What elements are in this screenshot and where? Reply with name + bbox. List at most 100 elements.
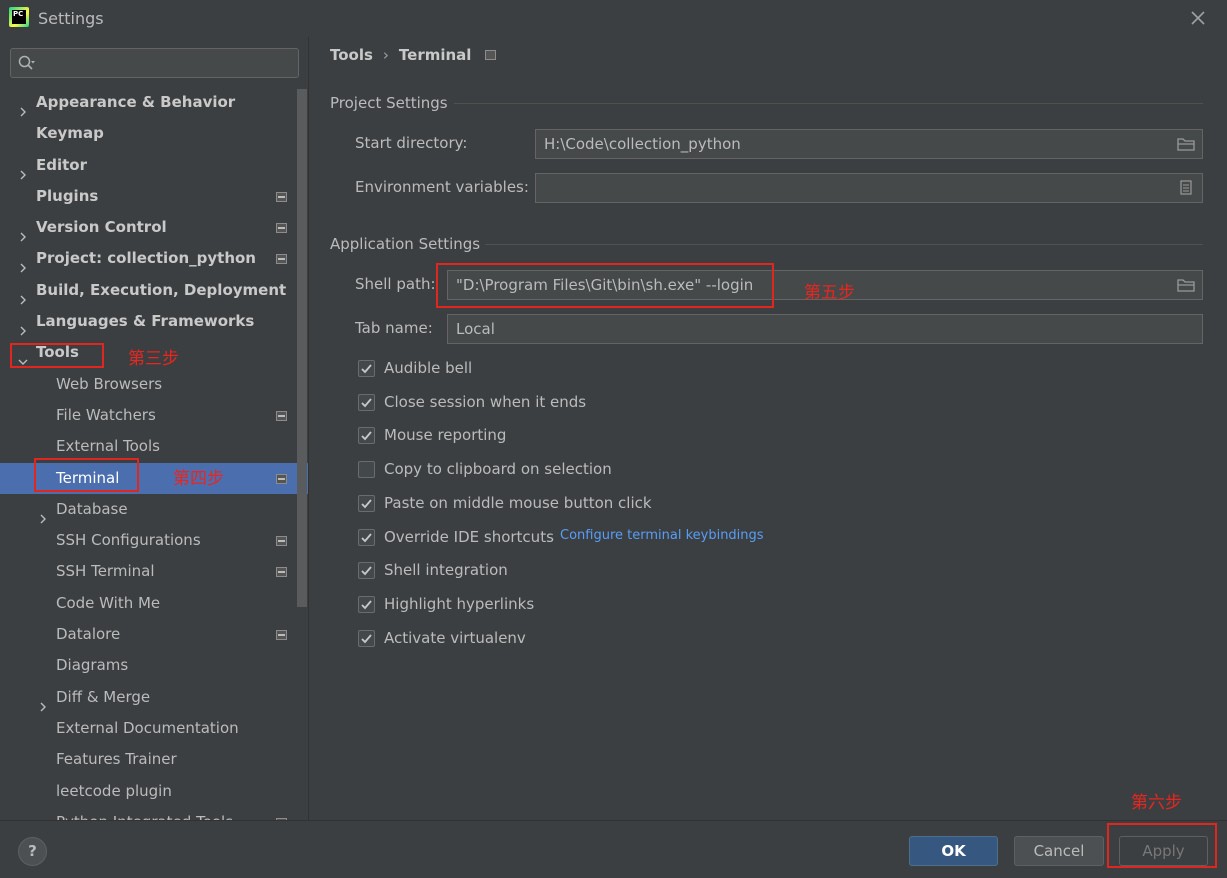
- settings-sidebar: Appearance & Behavior Keymap Editor Plugins…: [0, 37, 309, 820]
- sidebar-item-label: Keymap: [36, 124, 104, 143]
- folder-icon[interactable]: [1177, 278, 1195, 292]
- sidebar-item-web-browsers[interactable]: Web Browsers: [0, 369, 308, 400]
- sidebar-item-diff-merge[interactable]: Diff & Merge: [0, 682, 308, 713]
- checkbox-checked[interactable]: [358, 529, 375, 546]
- env-vars-label: Environment variables:: [355, 178, 529, 196]
- checkbox-label: Shell integration: [384, 561, 508, 579]
- app-icon-text: PC: [12, 10, 26, 24]
- checkbox-label: Paste on middle mouse button click: [384, 494, 652, 512]
- project-scope-icon: [276, 473, 287, 484]
- chevron-right-icon[interactable]: [18, 285, 28, 305]
- checkbox-checked[interactable]: [358, 360, 375, 377]
- sidebar-item-label: Web Browsers: [56, 374, 163, 393]
- cancel-button[interactable]: Cancel: [1014, 836, 1104, 866]
- project-scope-icon: [276, 191, 287, 202]
- sidebar-item-label: Languages & Frameworks: [36, 312, 255, 331]
- checkbox-checked[interactable]: [358, 427, 375, 444]
- sidebar-item-label: Database: [56, 499, 128, 518]
- checkbox-label: Activate virtualenv: [384, 629, 526, 647]
- sidebar-item-keymap[interactable]: Keymap: [0, 118, 308, 149]
- project-scope-icon: [276, 567, 287, 578]
- sidebar-scrollbar[interactable]: [297, 89, 307, 607]
- help-button[interactable]: ?: [18, 837, 47, 866]
- annotation-box-apply: [1107, 823, 1217, 868]
- sidebar-item-label: SSH Terminal: [56, 562, 155, 581]
- edit-list-icon[interactable]: [1180, 180, 1192, 195]
- project-scope-icon: [276, 410, 287, 421]
- breadcrumb: Tools › Terminal: [330, 46, 497, 64]
- checkbox-checked[interactable]: [358, 394, 375, 411]
- close-icon[interactable]: [1188, 8, 1208, 28]
- sidebar-item-file-watchers[interactable]: File Watchers: [0, 400, 308, 431]
- chevron-right-icon[interactable]: [18, 253, 28, 273]
- sidebar-item-build-execution-deployment[interactable]: Build, Execution, Deployment: [0, 275, 308, 306]
- breadcrumb-separator: ›: [382, 46, 389, 64]
- checkbox-checked[interactable]: [358, 562, 375, 579]
- checkbox-unchecked[interactable]: [358, 461, 375, 478]
- checkbox-label: Audible bell: [384, 359, 473, 377]
- sidebar-item-external-documentation[interactable]: External Documentation: [0, 713, 308, 744]
- checkbox-checked[interactable]: [358, 596, 375, 613]
- sidebar-item-appearance-behavior[interactable]: Appearance & Behavior: [0, 87, 308, 118]
- start-directory-field[interactable]: H:\Code\collection_python: [535, 129, 1203, 159]
- sidebar-item-leetcode-plugin[interactable]: leetcode plugin: [0, 776, 308, 807]
- dialog-footer: ? OK Cancel Apply: [0, 820, 1227, 878]
- chevron-right-icon[interactable]: [18, 222, 28, 242]
- checkbox-label: Mouse reporting: [384, 426, 507, 444]
- sidebar-item-languages-frameworks[interactable]: Languages & Frameworks: [0, 306, 308, 337]
- annotation-step4: 第四步: [173, 469, 224, 489]
- checkbox-label: Override IDE shortcuts: [384, 528, 554, 546]
- annotation-step6: 第六步: [1131, 793, 1182, 813]
- chevron-right-icon[interactable]: [38, 692, 48, 712]
- ok-button[interactable]: OK: [909, 836, 998, 866]
- sidebar-item-label: File Watchers: [56, 405, 156, 424]
- chevron-right-icon[interactable]: [18, 316, 28, 336]
- checkbox-checked[interactable]: [358, 495, 375, 512]
- checkbox-label: Copy to clipboard on selection: [384, 460, 612, 478]
- annotation-box-terminal: [34, 458, 139, 492]
- checkbox-checked[interactable]: [358, 630, 375, 647]
- search-icon[interactable]: [18, 55, 36, 71]
- sidebar-item-version-control[interactable]: Version Control: [0, 212, 308, 243]
- window-title: Settings: [38, 9, 104, 28]
- annotation-box-tools: [10, 343, 104, 368]
- annotation-step5: 第五步: [804, 283, 855, 303]
- chevron-right-icon[interactable]: [18, 160, 28, 180]
- sidebar-item-label: Python Integrated Tools: [56, 807, 233, 820]
- configure-keybindings-link[interactable]: Configure terminal keybindings: [560, 528, 764, 543]
- start-directory-label: Start directory:: [355, 134, 468, 152]
- title-bar: PC Settings: [0, 0, 1227, 37]
- application-settings-title: Application Settings: [330, 235, 481, 253]
- sidebar-item-diagrams[interactable]: Diagrams: [0, 650, 308, 681]
- sidebar-item-label: Diagrams: [56, 656, 129, 675]
- sidebar-item-label: Diff & Merge: [56, 687, 151, 706]
- sidebar-item-label: Editor: [36, 155, 87, 174]
- sidebar-item-editor[interactable]: Editor: [0, 150, 308, 181]
- checkbox-label: Close session when it ends: [384, 393, 587, 411]
- sidebar-item-label: External Documentation: [56, 718, 239, 737]
- folder-icon[interactable]: [1177, 137, 1195, 151]
- breadcrumb-parent[interactable]: Tools: [330, 46, 373, 64]
- sidebar-item-python-integrated-tools[interactable]: Python Integrated Tools: [0, 807, 308, 820]
- env-vars-field[interactable]: [535, 173, 1203, 203]
- sidebar-item-label: Project: collection_python: [36, 249, 256, 268]
- sidebar-item-features-trainer[interactable]: Features Trainer: [0, 744, 308, 775]
- sidebar-item-label: Build, Execution, Deployment: [36, 280, 287, 299]
- sidebar-item-plugins[interactable]: Plugins: [0, 181, 308, 212]
- sidebar-item-label: Datalore: [56, 625, 121, 644]
- project-scope-icon: [276, 254, 287, 265]
- project-scope-icon: [276, 536, 287, 547]
- sidebar-item-datalore[interactable]: Datalore: [0, 619, 308, 650]
- sidebar-item-database[interactable]: Database: [0, 494, 308, 525]
- search-input[interactable]: [10, 48, 299, 78]
- tab-name-field[interactable]: Local: [447, 314, 1203, 344]
- chevron-right-icon[interactable]: [38, 504, 48, 524]
- chevron-right-icon[interactable]: [18, 97, 28, 117]
- sidebar-item-project-collection-python[interactable]: Project: collection_python: [0, 243, 308, 274]
- sidebar-item-code-with-me[interactable]: Code With Me: [0, 588, 308, 619]
- breadcrumb-current: Terminal: [398, 46, 472, 64]
- sidebar-item-ssh-configurations[interactable]: SSH Configurations: [0, 525, 308, 556]
- sidebar-item-label: Version Control: [36, 218, 167, 237]
- sidebar-item-ssh-terminal[interactable]: SSH Terminal: [0, 556, 308, 587]
- annotation-box-shell-path: [436, 263, 774, 308]
